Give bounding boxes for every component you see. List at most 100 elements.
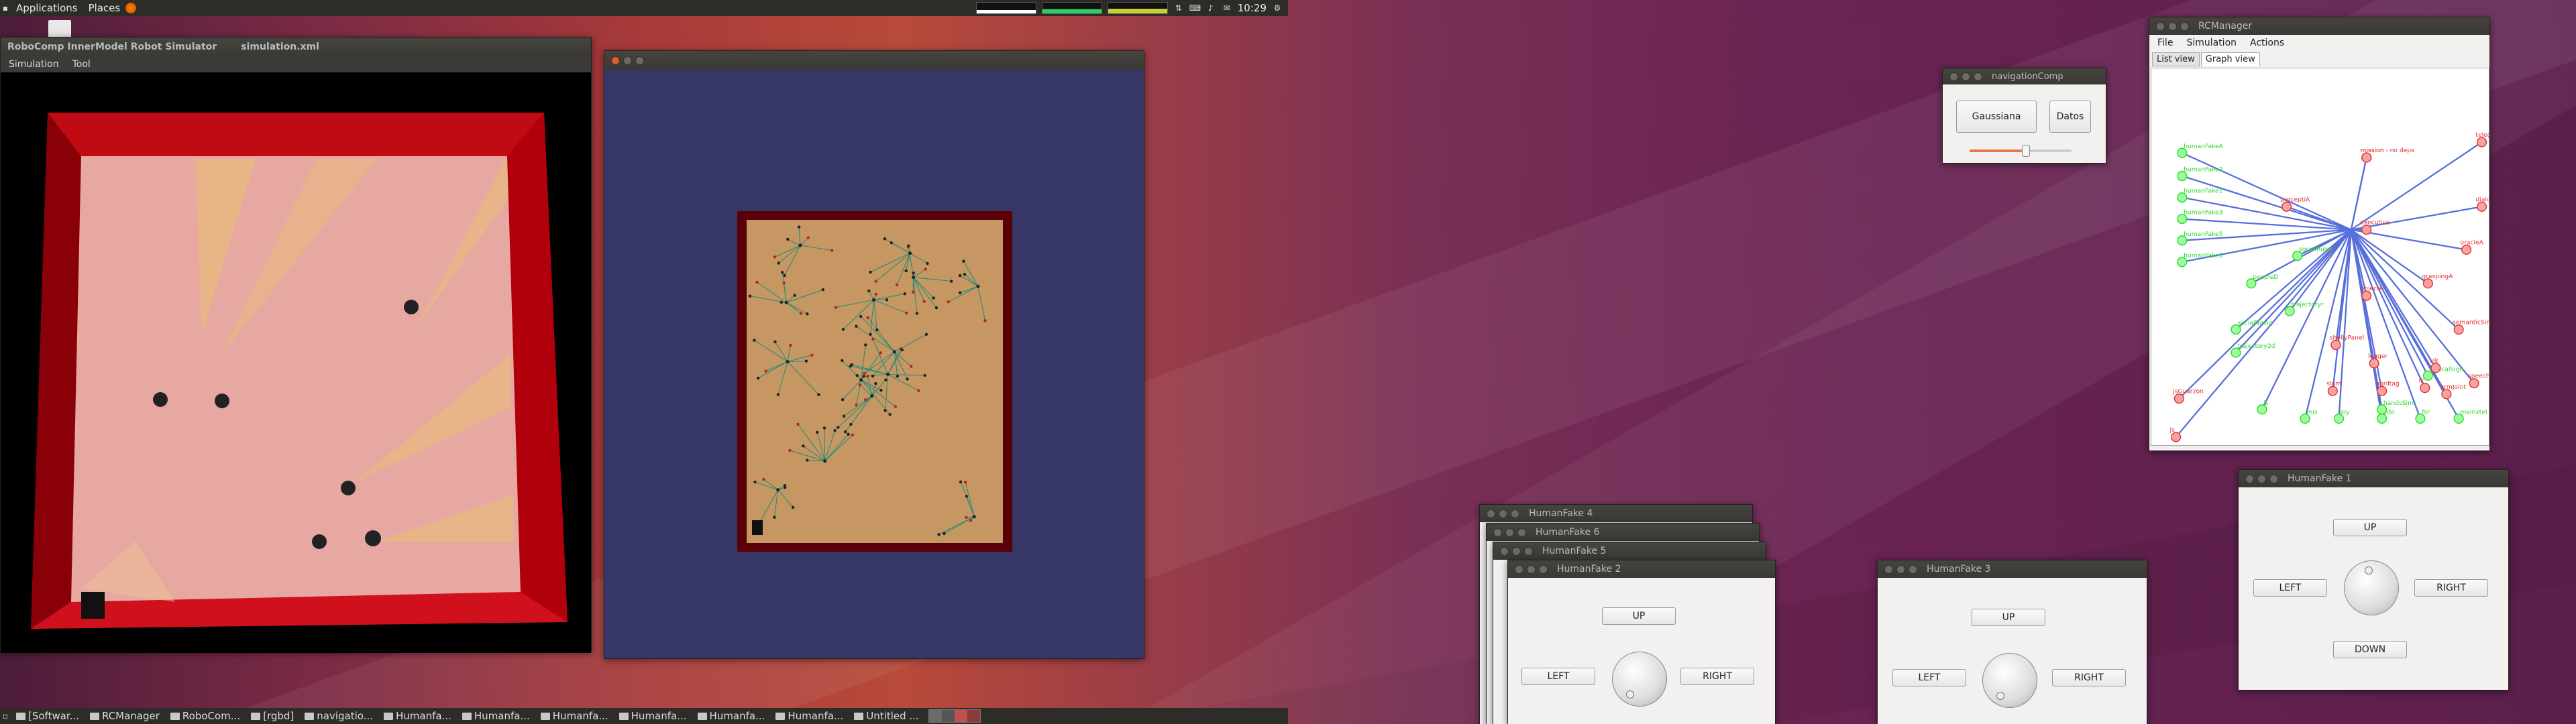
- apps-menu-icon[interactable]: ▪: [0, 3, 11, 13]
- graph-node-label: armJoint: [2440, 383, 2467, 391]
- taskbar-item[interactable]: Humanfa...: [770, 710, 849, 722]
- system-monitor-net[interactable]: [1107, 2, 1168, 14]
- tab-list-view[interactable]: List view: [2152, 52, 2200, 66]
- network-icon[interactable]: ⇅: [1173, 3, 1184, 13]
- minimize-icon[interactable]: [1512, 546, 1521, 556]
- taskbar-item[interactable]: Humanfa...: [614, 710, 692, 722]
- maximize-icon[interactable]: [1511, 509, 1519, 518]
- component-graph[interactable]: humanFakeA humanFake2 humanFake1 humanFake3…: [2151, 68, 2489, 446]
- minimize-icon[interactable]: [1527, 564, 1536, 574]
- graph-node: [753, 339, 756, 342]
- simulation-3d-view[interactable]: [1, 72, 591, 653]
- system-monitor-cpu[interactable]: [975, 2, 1036, 14]
- right-button[interactable]: RIGHT: [2414, 579, 2488, 597]
- humanfake2-titlebar[interactable]: HumanFake 2: [1508, 560, 1775, 578]
- humanfake4-title: HumanFake 4: [1529, 508, 1593, 519]
- right-button[interactable]: RIGHT: [2052, 669, 2126, 686]
- menu-simulation[interactable]: Simulation: [2186, 38, 2237, 48]
- menu-file[interactable]: File: [2157, 38, 2173, 48]
- maximize-icon[interactable]: [1909, 564, 1917, 574]
- navigation-graph-map[interactable]: [604, 70, 1145, 658]
- volume-icon[interactable]: ♪: [1205, 3, 1216, 13]
- minimize-icon[interactable]: [1499, 509, 1507, 518]
- right-button[interactable]: RIGHT: [1680, 668, 1754, 685]
- minimize-icon[interactable]: [2168, 21, 2177, 31]
- humanfake5-titlebar[interactable]: HumanFake 5: [1493, 542, 1766, 560]
- close-icon[interactable]: [611, 56, 620, 65]
- close-icon[interactable]: [1500, 546, 1509, 556]
- taskbar-item-label: RoboCom...: [182, 710, 241, 722]
- clock[interactable]: 10:29: [1238, 2, 1267, 14]
- taskbar-item[interactable]: [rgbd]: [246, 710, 299, 722]
- navigationcomp-titlebar[interactable]: navigationComp: [1943, 68, 2106, 84]
- minimize-icon[interactable]: [1505, 528, 1514, 537]
- left-button[interactable]: LEFT: [2253, 579, 2327, 597]
- minimize-icon[interactable]: [1962, 72, 1970, 81]
- taskbar-item[interactable]: Humanfa...: [378, 710, 457, 722]
- direction-dial[interactable]: [1982, 653, 2037, 708]
- close-icon[interactable]: [1515, 564, 1523, 574]
- taskbar-item[interactable]: [Softwar...: [11, 710, 85, 722]
- datos-button[interactable]: Datos: [2049, 101, 2091, 133]
- taskbar-item[interactable]: Humanfa...: [692, 710, 771, 722]
- minimize-icon[interactable]: [1896, 564, 1905, 574]
- close-icon[interactable]: [2245, 474, 2254, 483]
- applications-menu[interactable]: Applications: [11, 2, 83, 14]
- humanfake4-titlebar[interactable]: HumanFake 4: [1480, 505, 1752, 522]
- up-button[interactable]: UP: [1972, 609, 2045, 626]
- menu-tool[interactable]: Tool: [72, 59, 91, 70]
- humanfake6-titlebar[interactable]: HumanFake 6: [1487, 524, 1759, 541]
- graph-node-label: handsSim: [2383, 400, 2414, 407]
- menu-actions[interactable]: Actions: [2250, 38, 2284, 48]
- firefox-icon[interactable]: [125, 3, 137, 13]
- down-button[interactable]: DOWN: [2333, 641, 2407, 658]
- graph-node-label: graspingA: [2422, 273, 2453, 280]
- innermodel-titlebar[interactable]: RoboComp InnerModel Robot Simulator simu…: [1, 38, 591, 56]
- taskbar-item[interactable]: Untitled ...: [849, 710, 924, 722]
- workspace-switcher[interactable]: [928, 709, 981, 723]
- left-button[interactable]: LEFT: [1521, 668, 1595, 685]
- humanfake1-titlebar[interactable]: HumanFake 1: [2239, 470, 2508, 487]
- slider-handle[interactable]: [2021, 145, 2030, 157]
- menu-simulation[interactable]: Simulation: [9, 59, 59, 70]
- maximize-icon[interactable]: [1524, 546, 1533, 556]
- places-menu[interactable]: Places: [83, 2, 126, 14]
- maximize-icon[interactable]: [1974, 72, 1982, 81]
- up-button[interactable]: UP: [1602, 607, 1676, 625]
- taskbar-item[interactable]: RCManager: [85, 710, 165, 722]
- close-icon[interactable]: [2156, 21, 2165, 31]
- close-icon[interactable]: [1949, 72, 1958, 81]
- mail-icon[interactable]: ✉: [1222, 3, 1232, 13]
- slider-track[interactable]: [1970, 145, 2072, 157]
- left-button[interactable]: LEFT: [1892, 669, 1966, 686]
- gaussiana-button[interactable]: Gaussiana: [1956, 101, 2037, 133]
- close-icon[interactable]: [1884, 564, 1893, 574]
- maximize-icon[interactable]: [2269, 474, 2278, 483]
- taskbar-item[interactable]: navigatio...: [299, 710, 378, 722]
- close-icon[interactable]: [1487, 509, 1495, 518]
- system-monitor-mem[interactable]: [1041, 2, 1102, 14]
- maximize-icon[interactable]: [1517, 528, 1526, 537]
- taskbar-item[interactable]: RoboCom...: [165, 710, 246, 722]
- keyboard-icon[interactable]: ⌨: [1189, 3, 1201, 13]
- minimize-icon[interactable]: [2257, 474, 2266, 483]
- taskbar-item[interactable]: Humanfa...: [535, 710, 614, 722]
- rcmanager-titlebar[interactable]: RCManager: [2149, 17, 2489, 35]
- close-icon[interactable]: [1493, 528, 1502, 537]
- direction-dial[interactable]: [1612, 652, 1667, 707]
- show-desktop-icon[interactable]: ▫: [0, 711, 11, 721]
- direction-dial[interactable]: [2344, 560, 2399, 615]
- maximize-icon[interactable]: [635, 56, 644, 65]
- maximize-icon[interactable]: [2180, 21, 2189, 31]
- humanfake3-titlebar[interactable]: HumanFake 3: [1878, 560, 2147, 578]
- settings-gear-icon[interactable]: ⚙: [1272, 3, 1283, 13]
- up-button[interactable]: UP: [2333, 519, 2407, 536]
- top-panel: ▪ Applications Places ⇅ ⌨ ♪ ✉ 10:29 ⚙: [0, 0, 1288, 16]
- tab-graph-view[interactable]: Graph view: [2200, 52, 2260, 66]
- maximize-icon[interactable]: [1539, 564, 1548, 574]
- desktop-file-icon[interactable]: [48, 20, 71, 38]
- minimize-icon[interactable]: [623, 56, 632, 65]
- taskbar-item[interactable]: Humanfa...: [457, 710, 535, 722]
- navigation-map-titlebar[interactable]: [604, 51, 1144, 70]
- graph-node: [2361, 290, 2372, 301]
